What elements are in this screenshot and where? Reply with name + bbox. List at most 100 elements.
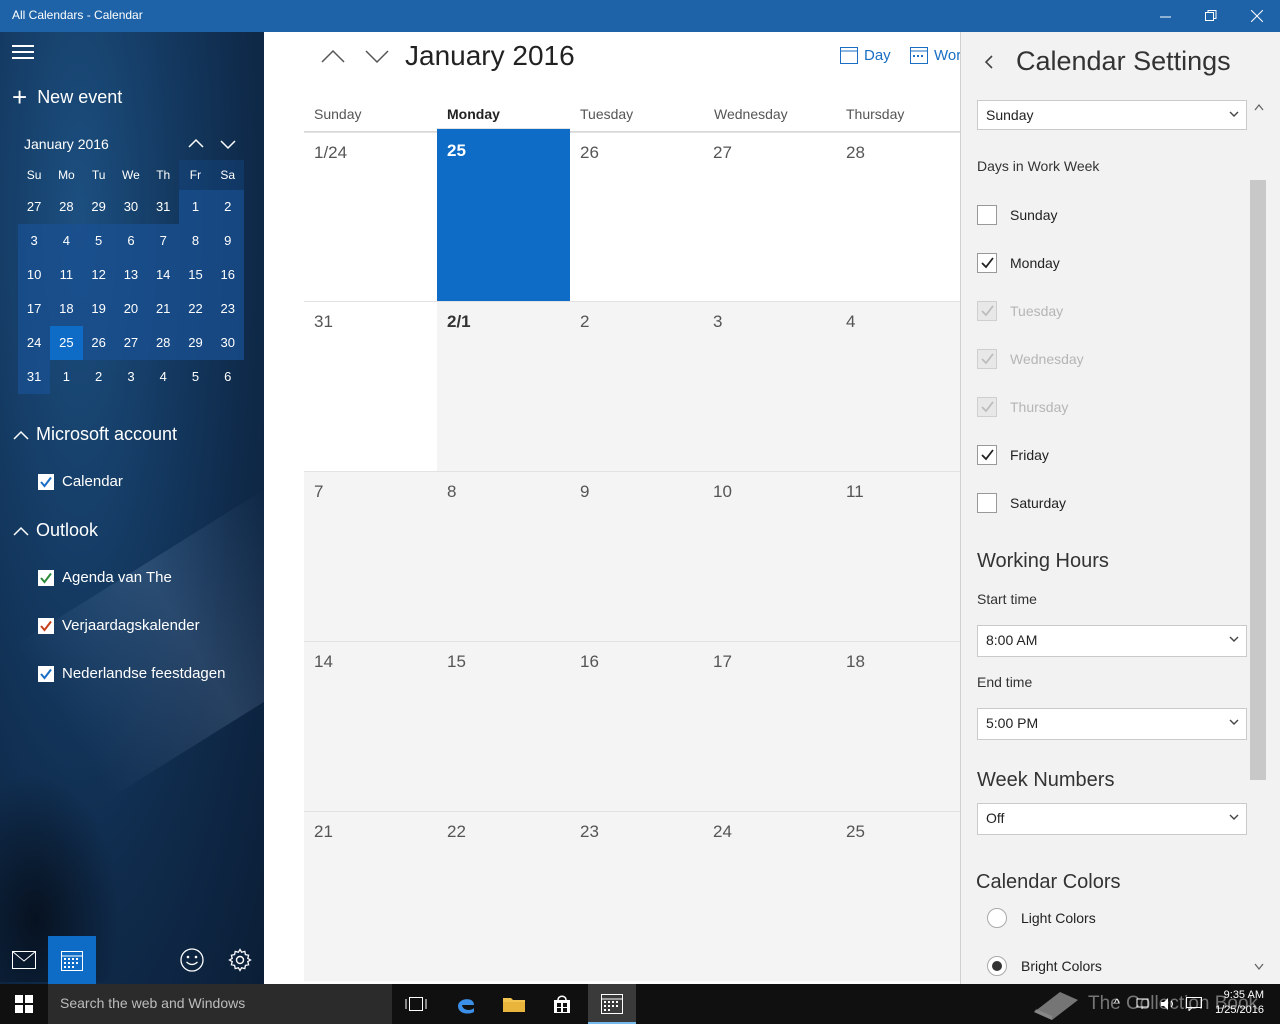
restore-button[interactable] (1188, 0, 1234, 32)
mini-day[interactable]: 17 (18, 292, 51, 326)
color-option-radio[interactable]: Bright Colors (987, 956, 1102, 976)
mini-day[interactable]: 14 (147, 258, 180, 292)
system-clock[interactable]: 9:35 AM 1/25/2016 (1215, 988, 1264, 1018)
day-cell[interactable]: 9 (570, 471, 703, 641)
mini-day[interactable]: 16 (211, 258, 244, 292)
scroll-up-arrow-icon[interactable] (1253, 102, 1265, 112)
settings-button[interactable] (216, 936, 264, 984)
mini-day[interactable]: 29 (83, 190, 115, 224)
day-cell[interactable]: 11 (836, 471, 960, 641)
start-time-select[interactable]: 8:00 AM (977, 625, 1247, 657)
work-day-checkbox[interactable]: Friday (977, 445, 1049, 465)
checkbox[interactable] (977, 253, 997, 273)
day-cell[interactable]: 26 (570, 132, 703, 302)
mini-day[interactable]: 12 (82, 258, 115, 292)
mini-day[interactable]: 27 (18, 190, 50, 224)
mini-day[interactable]: 3 (115, 360, 147, 394)
mini-day[interactable]: 22 (179, 292, 212, 326)
mini-day[interactable]: 5 (179, 360, 211, 394)
day-cell[interactable]: 4 (836, 301, 960, 471)
feedback-button[interactable] (168, 936, 216, 984)
mini-day[interactable]: 19 (82, 292, 115, 326)
network-icon[interactable] (1136, 998, 1152, 1010)
day-cell[interactable]: 18 (836, 641, 960, 811)
calendar-item[interactable]: Verjaardagskalender (38, 617, 200, 634)
day-cell[interactable]: 23 (570, 811, 703, 981)
calendar-checkbox[interactable] (38, 473, 54, 490)
mini-day[interactable]: 31 (18, 360, 51, 394)
work-day-checkbox[interactable]: Monday (977, 253, 1060, 273)
mini-day[interactable]: 4 (50, 224, 83, 258)
day-cell[interactable]: 17 (703, 641, 836, 811)
day-cell[interactable]: 14 (304, 641, 437, 811)
mini-day[interactable]: 30 (115, 190, 147, 224)
mini-day[interactable]: 1 (50, 360, 82, 394)
mini-day[interactable]: 23 (211, 292, 244, 326)
end-time-select[interactable]: 5:00 PM (977, 708, 1247, 740)
volume-icon[interactable] (1160, 997, 1176, 1011)
account-header-outlook[interactable]: Outlook (12, 520, 98, 541)
mini-day[interactable]: 29 (179, 326, 212, 360)
day-cell[interactable]: 22 (437, 811, 570, 981)
mail-button[interactable] (0, 936, 48, 984)
mini-calendar-next-button[interactable] (216, 132, 240, 156)
day-view-button[interactable]: Day (840, 44, 891, 66)
mini-day[interactable]: 7 (147, 224, 180, 258)
calendar-checkbox[interactable] (38, 569, 54, 586)
mini-day[interactable]: 10 (18, 258, 51, 292)
mini-day[interactable]: 5 (82, 224, 115, 258)
mini-day[interactable]: 2 (211, 190, 244, 224)
day-cell[interactable]: 1/24 (304, 132, 437, 302)
day-cell[interactable]: 7 (304, 471, 437, 641)
mini-day[interactable]: 26 (82, 326, 115, 360)
day-cell[interactable]: 24 (703, 811, 836, 981)
mini-day[interactable]: 30 (211, 326, 244, 360)
calendar-item[interactable]: Calendar (38, 473, 123, 490)
day-cell[interactable]: 21 (304, 811, 437, 981)
mini-day[interactable]: 24 (18, 326, 51, 360)
calendar-item[interactable]: Agenda van The (38, 569, 172, 586)
day-cell[interactable]: 16 (570, 641, 703, 811)
calendar-taskbar-button[interactable] (588, 984, 636, 1024)
mini-day[interactable]: 31 (147, 190, 179, 224)
mini-day[interactable]: 21 (147, 292, 180, 326)
calendar-item[interactable]: Nederlandse feestdagen (38, 665, 225, 682)
next-month-button[interactable] (362, 44, 392, 68)
day-cell[interactable]: 28 (836, 132, 960, 302)
day-cell[interactable]: 15 (437, 641, 570, 811)
day-cell[interactable]: 3 (703, 301, 836, 471)
mini-day[interactable]: 27 (114, 326, 148, 360)
mini-day-today[interactable]: 25 (50, 326, 83, 360)
previous-month-button[interactable] (318, 44, 348, 68)
mini-day[interactable]: 28 (147, 326, 180, 360)
mini-day[interactable]: 6 (114, 224, 148, 258)
day-cell-today[interactable]: 25 (437, 128, 570, 301)
new-event-button[interactable]: + New event (12, 84, 122, 110)
task-view-button[interactable] (392, 984, 440, 1024)
action-center-icon[interactable] (1186, 997, 1202, 1011)
mini-day[interactable]: 1 (179, 190, 212, 224)
day-cell[interactable]: 8 (437, 471, 570, 641)
mini-day[interactable]: 4 (147, 360, 179, 394)
calendar-checkbox[interactable] (38, 665, 54, 682)
checkbox[interactable] (977, 493, 997, 513)
mini-day[interactable]: 18 (50, 292, 83, 326)
mini-calendar-previous-button[interactable] (184, 132, 208, 156)
mini-day[interactable]: 2 (83, 360, 115, 394)
radio-button[interactable] (987, 956, 1007, 976)
close-button[interactable] (1234, 0, 1280, 32)
work-day-checkbox[interactable]: Saturday (977, 493, 1066, 513)
mini-day[interactable]: 20 (114, 292, 148, 326)
minimize-button[interactable] (1142, 0, 1188, 32)
calendar-app-button[interactable] (48, 936, 96, 984)
store-button[interactable] (538, 984, 586, 1024)
hamburger-menu-icon[interactable] (12, 44, 34, 60)
taskbar-search-box[interactable]: Search the web and Windows (48, 984, 392, 1024)
start-button[interactable] (0, 984, 48, 1024)
edge-browser-button[interactable] (442, 984, 490, 1024)
mini-day[interactable]: 28 (50, 190, 82, 224)
checkbox[interactable] (977, 205, 997, 225)
work-week-view-button[interactable]: Wor (910, 44, 960, 66)
day-cell[interactable]: 2 (570, 301, 703, 471)
day-cell[interactable]: 27 (703, 132, 836, 302)
